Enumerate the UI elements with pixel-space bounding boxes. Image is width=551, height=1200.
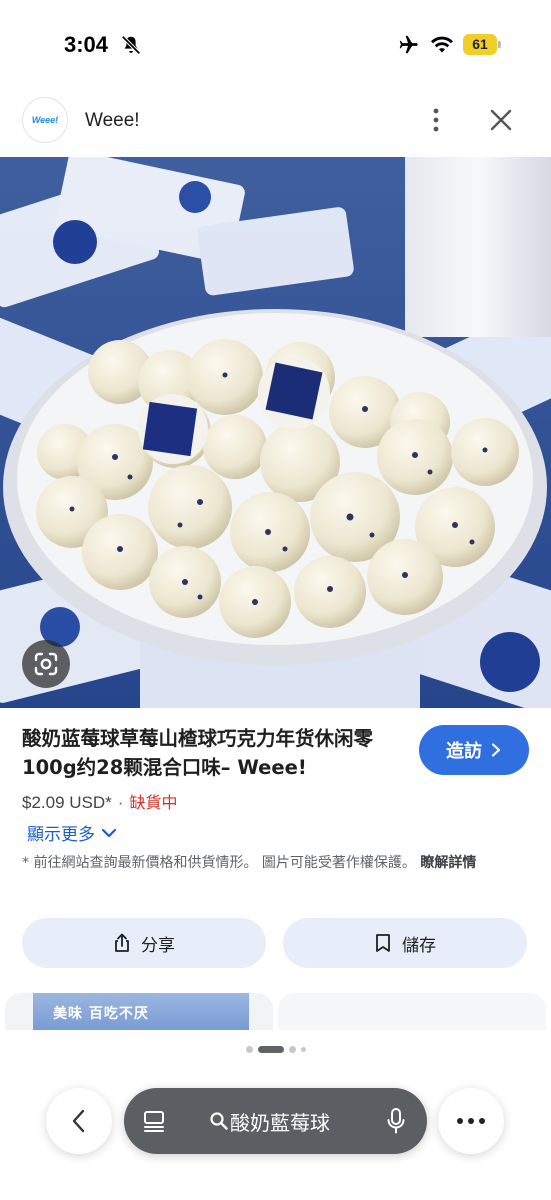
- site-logo[interactable]: Weee!: [22, 97, 68, 143]
- share-button[interactable]: 分享: [22, 918, 266, 968]
- page-dot-active: [257, 1045, 284, 1053]
- search-icon: [210, 1112, 228, 1130]
- site-name[interactable]: Weee!: [85, 110, 140, 132]
- visit-button[interactable]: 造訪: [419, 725, 529, 775]
- lens-icon: [34, 652, 58, 676]
- chevron-left-icon: [72, 1109, 85, 1133]
- battery-percent: 61: [472, 36, 488, 52]
- product-title[interactable]: 酸奶蓝莓球草莓山楂球巧克力年货休闲零100g约28颗混合口味– Weee!: [22, 724, 402, 782]
- back-button[interactable]: [46, 1088, 112, 1154]
- disclaimer-text: * 前往網站查詢最新價格和供貨情形。 圖片可能受著作權保護。: [22, 855, 416, 871]
- page-dot: [300, 1046, 306, 1052]
- tabs-list-icon[interactable]: [142, 1109, 166, 1133]
- close-icon[interactable]: [488, 107, 514, 133]
- see-more-button[interactable]: 顯示更多: [27, 820, 117, 845]
- disclaimer: * 前往網站查詢最新價格和供貨情形。 圖片可能受著作權保護。 瞭解詳情: [22, 852, 532, 875]
- mic-icon[interactable]: [386, 1107, 406, 1135]
- share-icon: [115, 933, 129, 952]
- more-horiz-icon: [457, 1118, 485, 1124]
- price: $2.09 USD*: [22, 793, 112, 812]
- more-vert-icon[interactable]: [424, 107, 448, 133]
- search-bar[interactable]: 酸奶藍莓球: [124, 1088, 427, 1154]
- product-image[interactable]: [0, 157, 551, 708]
- price-line: $2.09 USD* · 缺貨中: [22, 789, 177, 813]
- learn-more-link[interactable]: 瞭解詳情: [420, 855, 476, 871]
- related-results: 美味 百吃不厌: [0, 993, 551, 1031]
- chevron-down-icon: [101, 828, 117, 837]
- lens-button[interactable]: [22, 640, 70, 688]
- battery-nub: [498, 41, 501, 48]
- menu-button[interactable]: [438, 1088, 504, 1154]
- status-bar: 3:04 61: [0, 0, 551, 90]
- price-separator: ·: [117, 793, 124, 812]
- bookmark-icon: [376, 934, 390, 952]
- bell-slash-icon: [121, 35, 141, 55]
- page-indicator: [0, 1044, 551, 1054]
- page-dot: [245, 1045, 253, 1053]
- see-more-label: 顯示更多: [27, 825, 95, 845]
- related-card[interactable]: 美味 百吃不厌: [5, 993, 273, 1031]
- save-button[interactable]: 儲存: [283, 918, 527, 968]
- page-dot: [288, 1045, 296, 1053]
- visit-button-label: 造訪: [446, 741, 482, 762]
- battery-icon: 61: [463, 34, 501, 55]
- related-card-caption: 美味 百吃不厌: [53, 1006, 149, 1022]
- stock-status: 缺貨中: [129, 793, 178, 812]
- status-time: 3:04: [64, 32, 109, 57]
- search-query: 酸奶藍莓球: [230, 1111, 330, 1135]
- site-logo-text: Weee!: [31, 115, 59, 125]
- site-header: Weee! Weee!: [0, 92, 551, 154]
- chevron-right-icon: [491, 743, 501, 757]
- wifi-icon: [431, 36, 453, 53]
- share-label: 分享: [141, 935, 175, 956]
- save-label: 儲存: [402, 935, 436, 956]
- product-image-illustration: [0, 157, 551, 708]
- airplane-icon: [399, 35, 418, 54]
- related-card[interactable]: [278, 993, 546, 1031]
